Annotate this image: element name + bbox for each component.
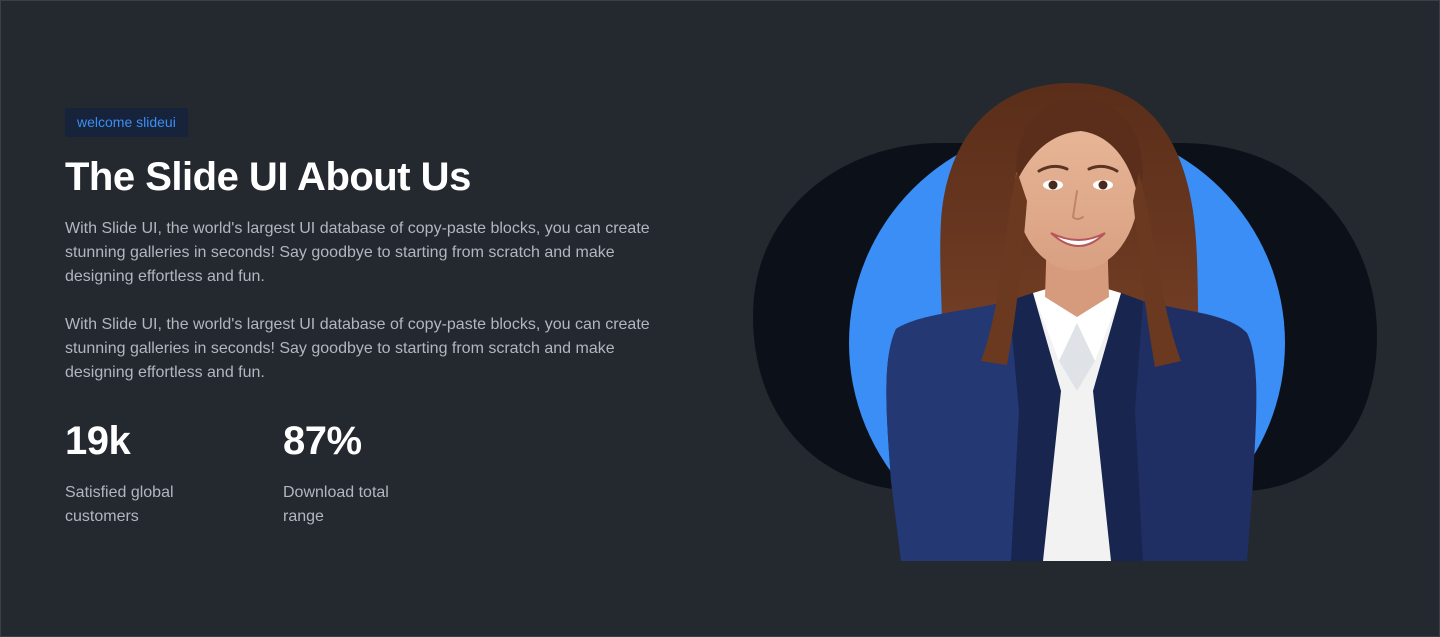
- about-section: welcome slideui The Slide UI About Us Wi…: [0, 0, 1440, 637]
- stat-label-downloads: Download total range: [283, 484, 389, 525]
- description-paragraph-2: With Slide UI, the world's largest UI da…: [65, 316, 650, 381]
- hero-visual: [741, 61, 1401, 581]
- portrait-illustration-icon: [741, 83, 1401, 581]
- page-title: The Slide UI About Us: [65, 155, 471, 199]
- about-content: welcome slideui The Slide UI About Us Wi…: [65, 108, 685, 529]
- stat-label-customers: Satisfied global customers: [65, 484, 174, 525]
- welcome-badge: welcome slideui: [65, 108, 188, 137]
- description-paragraph-1: With Slide UI, the world's largest UI da…: [65, 220, 650, 285]
- stat-value-downloads: 87%: [283, 419, 362, 463]
- stat-value-customers: 19k: [65, 419, 131, 463]
- stat-customers: 19k Satisfied global customers: [65, 417, 283, 529]
- stats-row: 19k Satisfied global customers 87% Downl…: [65, 417, 685, 529]
- stat-downloads: 87% Download total range: [283, 417, 501, 529]
